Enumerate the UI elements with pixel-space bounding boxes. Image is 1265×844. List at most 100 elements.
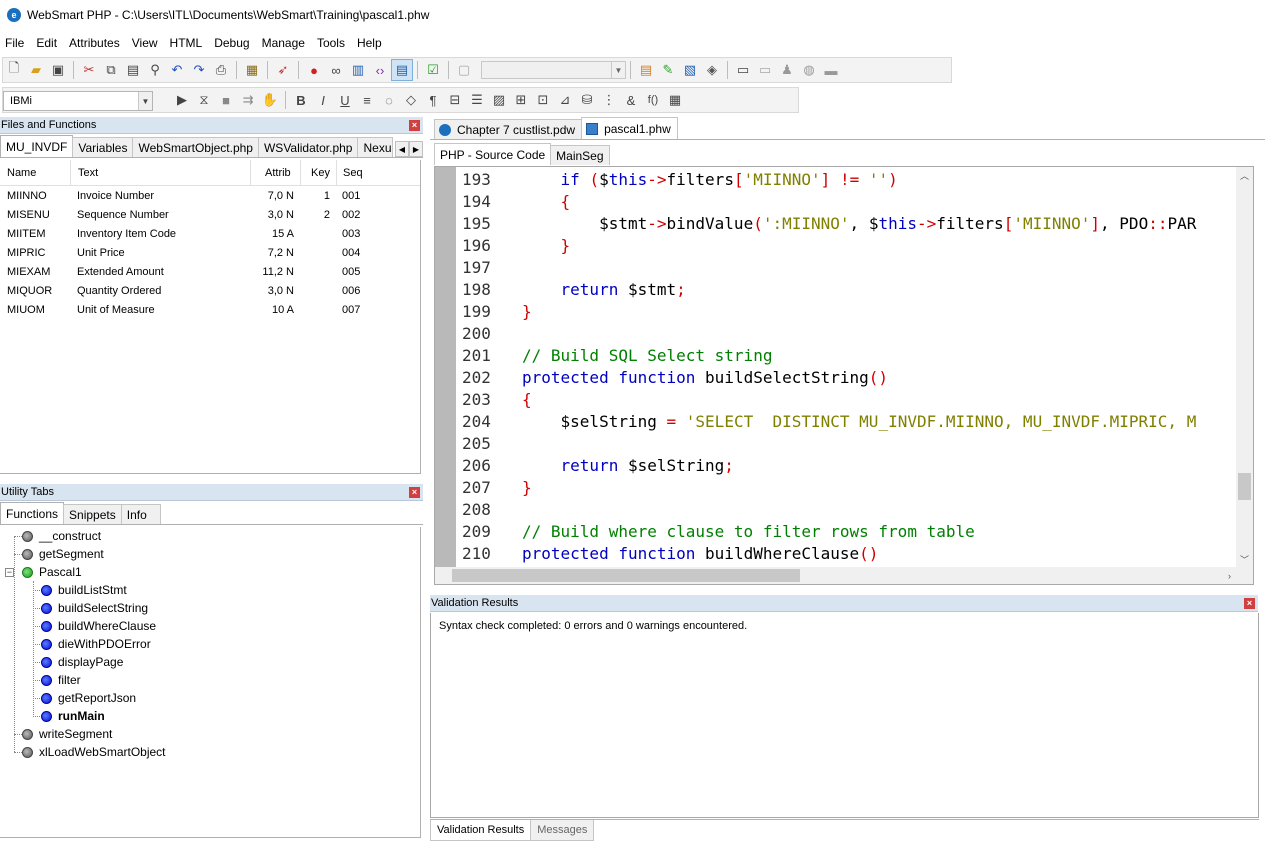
- code-editor[interactable]: 193 if ($this->filters['MIINNO'] != '') …: [434, 166, 1254, 585]
- stop-icon[interactable]: ■: [215, 89, 237, 111]
- users-icon[interactable]: ♟: [776, 59, 798, 81]
- tree-item-writesegment[interactable]: writeSegment: [22, 725, 112, 743]
- underline-icon[interactable]: U: [334, 89, 356, 111]
- tab-messages[interactable]: Messages: [530, 820, 595, 841]
- collapse-icon[interactable]: −: [5, 568, 14, 577]
- tab-mu-invdf[interactable]: MU_INVDF: [0, 135, 74, 157]
- bullet-list-icon[interactable]: ⋮: [598, 89, 620, 111]
- undo-icon[interactable]: ↶: [166, 59, 188, 81]
- chevron-down-icon[interactable]: ﹀: [1236, 551, 1253, 568]
- globe-icon[interactable]: ◍: [798, 59, 820, 81]
- disabled-combo[interactable]: ▼: [481, 61, 626, 79]
- tab-variables[interactable]: Variables: [72, 137, 134, 157]
- page-icon[interactable]: ▤: [635, 59, 657, 81]
- source-view-icon[interactable]: ▤: [391, 59, 413, 81]
- window-copy-icon[interactable]: ▭: [754, 59, 776, 81]
- tab-functions[interactable]: Functions: [0, 502, 65, 524]
- tree-item-buildliststmt[interactable]: buildListStmt: [41, 581, 127, 599]
- col-text[interactable]: Text: [70, 159, 250, 186]
- menu-html[interactable]: HTML: [164, 33, 209, 53]
- breakpoint-icon[interactable]: ●: [303, 59, 325, 81]
- table-row[interactable]: MIITEM Inventory Item Code 15 A 003: [0, 224, 420, 243]
- table-grid-icon[interactable]: ▦: [664, 89, 686, 111]
- tab-validation-results[interactable]: Validation Results: [430, 820, 532, 841]
- new-file-icon[interactable]: 🗋: [3, 59, 25, 81]
- step-icon[interactable]: ⧖: [193, 89, 215, 111]
- frame-icon[interactable]: ⊡: [532, 89, 554, 111]
- run-icon[interactable]: ➶: [272, 59, 294, 81]
- table-row[interactable]: MIQUOR Quantity Ordered 3,0 N 006: [0, 281, 420, 300]
- grid-icon[interactable]: ⊞: [510, 89, 532, 111]
- validate-icon[interactable]: ☑: [422, 59, 444, 81]
- close-icon[interactable]: ×: [409, 487, 420, 498]
- tree-item-diewithpdoerror[interactable]: dieWithPDOError: [41, 635, 151, 653]
- tree-item-buildwhereclause[interactable]: buildWhereClause: [41, 617, 156, 635]
- tag-icon[interactable]: ◇: [400, 89, 422, 111]
- preview-icon[interactable]: ▢: [453, 59, 475, 81]
- tree-item-buildselectstring[interactable]: buildSelectString: [41, 599, 148, 617]
- table-row[interactable]: MISENU Sequence Number 3,0 N 2 002: [0, 205, 420, 224]
- edit-page-icon[interactable]: ✎: [657, 59, 679, 81]
- code-view-icon[interactable]: ‹›: [369, 59, 391, 81]
- tab-php-source-code[interactable]: PHP - Source Code: [434, 143, 552, 165]
- tree-item-runmain[interactable]: runMain: [41, 707, 105, 725]
- table-row[interactable]: MIEXAM Extended Amount 11,2 N 005: [0, 262, 420, 281]
- tree-item-displaypage[interactable]: displayPage: [41, 653, 123, 671]
- menu-attributes[interactable]: Attributes: [63, 33, 126, 53]
- menu-tools[interactable]: Tools: [311, 33, 351, 53]
- italic-icon[interactable]: I: [312, 89, 334, 111]
- redo-icon[interactable]: ↷: [188, 59, 210, 81]
- scroll-thumb[interactable]: [452, 569, 800, 582]
- tree-item-construct[interactable]: __construct: [22, 527, 101, 545]
- chevron-up-icon[interactable]: ︿: [1236, 167, 1253, 184]
- scroll-thumb[interactable]: [1238, 473, 1251, 500]
- tab-chapter7-custlist[interactable]: Chapter 7 custlist.pdw: [434, 119, 583, 139]
- open-folder-icon[interactable]: ▰: [25, 59, 47, 81]
- watch-icon[interactable]: ∞: [325, 59, 347, 81]
- monitor-icon[interactable]: ▬: [820, 59, 842, 81]
- table-row[interactable]: MIPRIC Unit Price 7,2 N 004: [0, 243, 420, 262]
- cut-icon[interactable]: ✂: [78, 59, 100, 81]
- chevron-left-icon[interactable]: ◀: [395, 141, 409, 157]
- tree-item-xlloadwebsmartobject[interactable]: xlLoadWebSmartObject: [22, 743, 166, 761]
- platform-select[interactable]: IBMi ▼: [3, 91, 153, 111]
- find-icon[interactable]: ⚲: [144, 59, 166, 81]
- table-row[interactable]: MIUOM Unit of Measure 10 A 007: [0, 300, 420, 319]
- align-icon[interactable]: ≡: [356, 89, 378, 111]
- tab-snippets[interactable]: Snippets: [63, 504, 122, 524]
- col-attrib[interactable]: Attrib: [250, 159, 300, 186]
- step-over-icon[interactable]: ⇉: [237, 89, 259, 111]
- col-seq[interactable]: Seq: [336, 159, 372, 186]
- comment-icon[interactable]: ◌: [378, 89, 400, 111]
- tree-item-filter[interactable]: filter: [41, 671, 81, 689]
- paste-icon[interactable]: ▤: [122, 59, 144, 81]
- database-icon[interactable]: ⛁: [576, 89, 598, 111]
- chevron-right-icon[interactable]: ▶: [409, 141, 423, 157]
- menu-file[interactable]: File: [0, 33, 30, 53]
- horizontal-scrollbar[interactable]: ›: [435, 567, 1238, 584]
- print-icon[interactable]: ⎙: [210, 59, 232, 81]
- menu-edit[interactable]: Edit: [30, 33, 63, 53]
- table-icon[interactable]: ▥: [347, 59, 369, 81]
- tree-item-getsegment[interactable]: getSegment: [22, 545, 104, 563]
- tree-item-pascal1[interactable]: Pascal1: [22, 563, 82, 581]
- tree-item-getreportjson[interactable]: getReportJson: [41, 689, 136, 707]
- menu-view[interactable]: View: [126, 33, 164, 53]
- menu-manage[interactable]: Manage: [256, 33, 311, 53]
- copy-icon[interactable]: ⧉: [100, 59, 122, 81]
- table-row[interactable]: MIINNO Invoice Number 7,0 N 1 001: [0, 186, 420, 205]
- menu-help[interactable]: Help: [351, 33, 388, 53]
- hr-icon[interactable]: ⊟: [444, 89, 466, 111]
- col-name[interactable]: Name: [0, 167, 70, 179]
- tab-wsvalidator[interactable]: WSValidator.php: [257, 137, 359, 157]
- image-icon[interactable]: ▨: [488, 89, 510, 111]
- function-icon[interactable]: f(): [642, 89, 664, 111]
- tab-nexus[interactable]: Nexus: [357, 137, 394, 157]
- tab-pascal1[interactable]: pascal1.phw: [581, 117, 678, 139]
- tab-info[interactable]: Info: [120, 504, 161, 524]
- save-icon[interactable]: ▣: [47, 59, 69, 81]
- compile-icon[interactable]: ▦: [241, 59, 263, 81]
- pin-icon[interactable]: ⊿: [554, 89, 576, 111]
- code-area[interactable]: 193 if ($this->filters['MIINNO'] != '') …: [456, 169, 1196, 565]
- network-icon[interactable]: ◈: [701, 59, 723, 81]
